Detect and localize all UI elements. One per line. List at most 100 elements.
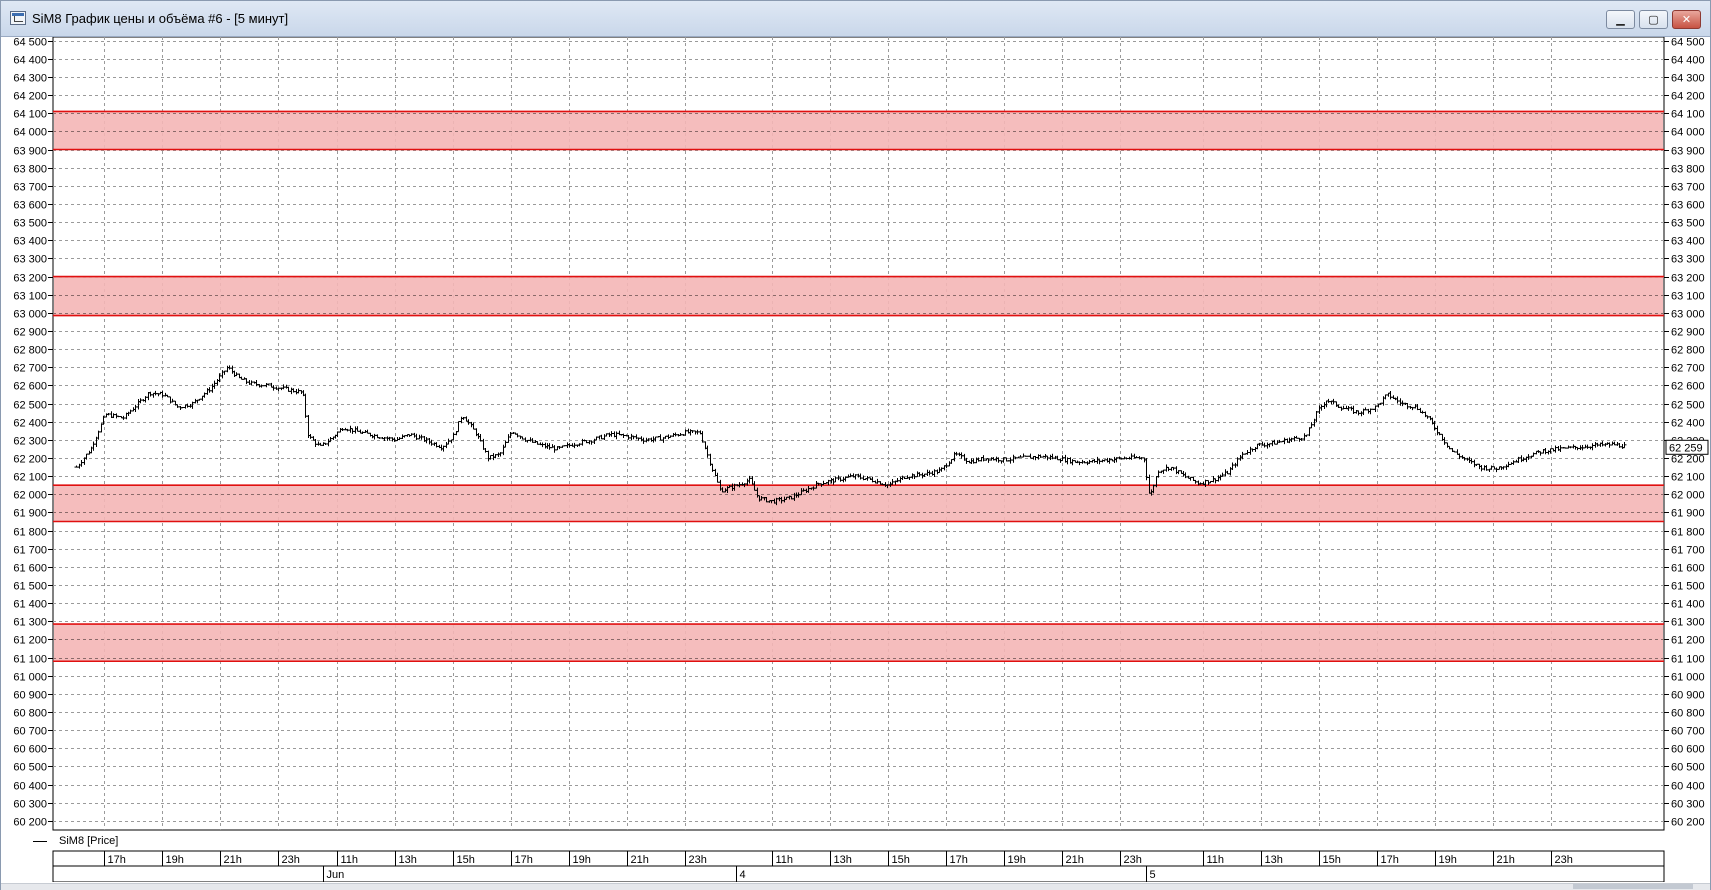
time-tick-label: 17h bbox=[950, 854, 968, 866]
y-tick-label-right: 61 200 bbox=[1671, 635, 1705, 647]
y-tick-label-right: 61 100 bbox=[1671, 654, 1705, 666]
y-tick-label-left: 63 800 bbox=[13, 164, 47, 176]
time-tick-label: 19h bbox=[573, 854, 591, 866]
y-tick-label-right: 60 600 bbox=[1671, 744, 1705, 756]
y-tick-label-right: 64 100 bbox=[1671, 109, 1705, 121]
y-tick-label-right: 61 400 bbox=[1671, 599, 1705, 611]
level-zone bbox=[54, 485, 1663, 522]
y-tick-label-left: 64 500 bbox=[13, 37, 47, 49]
y-tick-label-right: 60 900 bbox=[1671, 690, 1705, 702]
date-tick-label: Jun bbox=[327, 869, 345, 881]
y-tick-label-left: 62 600 bbox=[13, 381, 47, 393]
time-tick-label: 21h bbox=[631, 854, 649, 866]
y-tick-label-left: 62 300 bbox=[13, 436, 47, 448]
y-tick-label-right: 63 200 bbox=[1671, 273, 1705, 285]
y-tick-label-right: 61 000 bbox=[1671, 672, 1705, 684]
y-tick-label-left: 61 000 bbox=[13, 672, 47, 684]
level-zone bbox=[54, 276, 1663, 316]
y-tick-label-right: 62 700 bbox=[1671, 363, 1705, 375]
scrollbar-thumb[interactable] bbox=[1573, 884, 1693, 889]
minimize-button[interactable]: ▁ bbox=[1606, 10, 1635, 29]
y-tick-label-left: 62 800 bbox=[13, 345, 47, 357]
y-tick-label-left: 63 700 bbox=[13, 182, 47, 194]
time-tick-label: 17h bbox=[515, 854, 533, 866]
time-tick-label: 11h bbox=[776, 854, 794, 866]
y-tick-label-left: 63 000 bbox=[13, 309, 47, 321]
y-tick-label-right: 63 100 bbox=[1671, 291, 1705, 303]
price-chart[interactable]: 64 500 64 500 64 400 64 400 64 300 64 300 64 2… bbox=[1, 37, 1710, 882]
close-button[interactable]: ✕ bbox=[1672, 10, 1701, 29]
time-tick-label: 23h bbox=[282, 854, 300, 866]
y-tick-label-left: 62 400 bbox=[13, 418, 47, 430]
time-tick-label: 21h bbox=[224, 854, 242, 866]
y-tick-label-right: 61 500 bbox=[1671, 581, 1705, 593]
y-tick-label-left: 63 500 bbox=[13, 218, 47, 230]
time-tick-label: 15h bbox=[892, 854, 910, 866]
y-tick-label-left: 61 300 bbox=[13, 617, 47, 629]
time-tick-label: 15h bbox=[1323, 854, 1341, 866]
y-tick-label-left: 63 900 bbox=[13, 146, 47, 158]
y-tick-label-left: 61 800 bbox=[13, 527, 47, 539]
title-bar[interactable]: SiM8 График цены и объёма #6 - [5 минут]… bbox=[1, 1, 1710, 37]
y-tick-label-left: 64 400 bbox=[13, 55, 47, 67]
y-tick-label-left: 61 100 bbox=[13, 654, 47, 666]
time-tick-label: 21h bbox=[1497, 854, 1515, 866]
y-tick-label-right: 63 500 bbox=[1671, 218, 1705, 230]
level-zone bbox=[54, 111, 1663, 150]
time-tick-label: 23h bbox=[1124, 854, 1142, 866]
y-tick-label-left: 60 500 bbox=[13, 762, 47, 774]
y-tick-label-left: 62 000 bbox=[13, 490, 47, 502]
date-tick-label: 5 bbox=[1150, 869, 1156, 881]
y-tick-label-left: 62 200 bbox=[13, 454, 47, 466]
horizontal-scrollbar[interactable] bbox=[1, 883, 1710, 890]
time-tick-label: 13h bbox=[1265, 854, 1283, 866]
y-tick-label-right: 61 700 bbox=[1671, 545, 1705, 557]
maximize-button[interactable]: ▢ bbox=[1639, 10, 1668, 29]
plot-area bbox=[52, 37, 1665, 831]
time-tick-label: 13h bbox=[399, 854, 417, 866]
y-tick-label-right: 62 400 bbox=[1671, 418, 1705, 430]
time-tick-label: 11h bbox=[1207, 854, 1225, 866]
time-tick-label: 17h bbox=[108, 854, 126, 866]
y-tick-label-right: 64 400 bbox=[1671, 55, 1705, 67]
legend-line-swatch bbox=[33, 840, 47, 842]
y-tick-label-left: 64 000 bbox=[13, 127, 47, 139]
time-tick-label: 23h bbox=[1555, 854, 1573, 866]
time-tick-label: 13h bbox=[834, 854, 852, 866]
y-tick-label-right: 60 700 bbox=[1671, 726, 1705, 738]
y-tick-label-left: 60 700 bbox=[13, 726, 47, 738]
y-tick-label-left: 63 300 bbox=[13, 254, 47, 266]
y-tick-label-right: 62 800 bbox=[1671, 345, 1705, 357]
y-tick-label-right: 60 400 bbox=[1671, 781, 1705, 793]
time-tick-label: 21h bbox=[1066, 854, 1084, 866]
time-axis-dates bbox=[52, 865, 1665, 882]
chart-window-icon bbox=[10, 11, 26, 25]
time-tick-label: 15h bbox=[457, 854, 475, 866]
y-tick-label-right: 64 500 bbox=[1671, 37, 1705, 49]
window-title: SiM8 График цены и объёма #6 - [5 минут] bbox=[32, 11, 289, 26]
time-tick-label: 19h bbox=[166, 854, 184, 866]
legend: SiM8 [Price] bbox=[33, 835, 118, 849]
y-tick-label-left: 60 600 bbox=[13, 744, 47, 756]
y-tick-label-left: 64 300 bbox=[13, 73, 47, 85]
y-tick-label-right: 62 200 bbox=[1671, 454, 1705, 466]
y-tick-label-right: 60 800 bbox=[1671, 708, 1705, 720]
legend-label: SiM8 [Price] bbox=[59, 835, 119, 847]
y-tick-label-right: 62 000 bbox=[1671, 490, 1705, 502]
y-tick-label-right: 64 000 bbox=[1671, 127, 1705, 139]
date-tick-label: 4 bbox=[740, 869, 746, 881]
y-tick-label-right: 61 300 bbox=[1671, 617, 1705, 629]
y-tick-label-left: 60 400 bbox=[13, 781, 47, 793]
y-tick-label-right: 60 300 bbox=[1671, 799, 1705, 811]
y-tick-label-left: 63 200 bbox=[13, 273, 47, 285]
time-tick-label: 23h bbox=[689, 854, 707, 866]
y-tick-label-left: 62 700 bbox=[13, 363, 47, 375]
y-tick-label-left: 61 600 bbox=[13, 563, 47, 575]
y-tick-label-left: 61 500 bbox=[13, 581, 47, 593]
y-tick-label-left: 61 700 bbox=[13, 545, 47, 557]
y-tick-label-right: 60 500 bbox=[1671, 762, 1705, 774]
y-tick-label-left: 61 900 bbox=[13, 508, 47, 520]
y-tick-label-right: 63 000 bbox=[1671, 309, 1705, 321]
y-tick-label-right: 64 200 bbox=[1671, 91, 1705, 103]
y-tick-label-left: 61 200 bbox=[13, 635, 47, 647]
